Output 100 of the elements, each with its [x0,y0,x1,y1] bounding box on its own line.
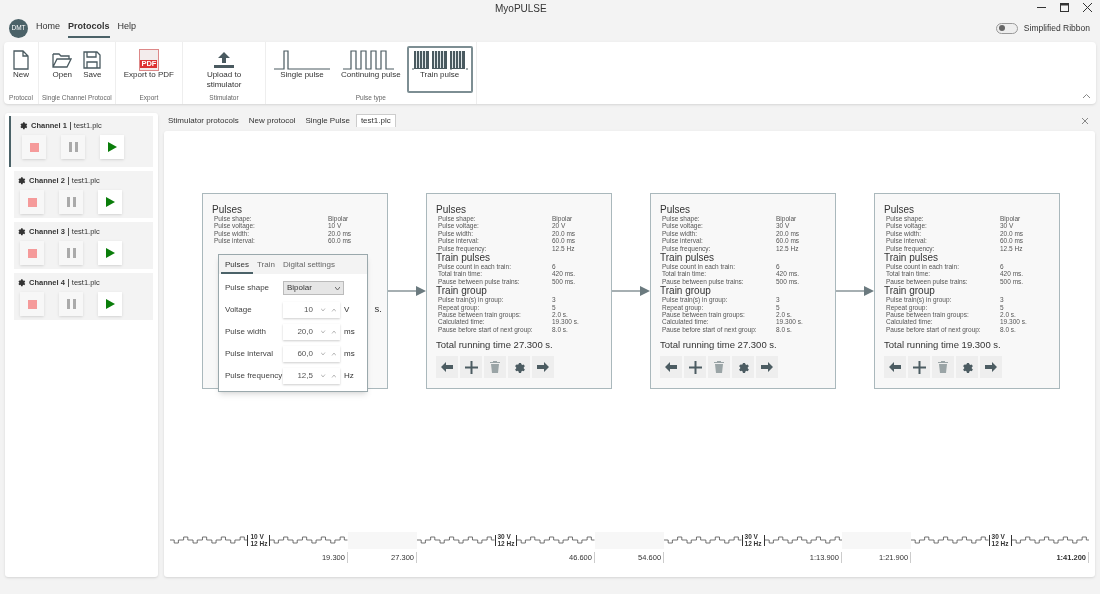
simplified-ribbon-toggle[interactable] [995,22,1018,34]
play-icon [107,142,117,153]
toggle-label: Simplified Ribbon [1023,21,1090,35]
gear-icon [17,278,26,288]
arrow-right-icon [537,362,549,373]
move-right-button[interactable] [532,356,554,379]
settings-tab[interactable]: Train [253,257,279,274]
upload-icon [213,51,235,69]
ribbon-button[interactable]: Train pulse [406,46,473,93]
pause-icon [68,142,78,153]
menu-tab[interactable]: Home [36,18,60,38]
section-heading: Train pulses [884,252,939,264]
total-running-time: Total running time 27.300 s. [660,339,778,351]
pause-icon [66,197,76,208]
section-heading: Pulses [436,204,467,215]
spinner-arrows-icon [321,308,336,312]
play-button[interactable] [98,292,122,317]
play-icon [105,248,115,259]
arrow-left-icon [889,362,901,373]
play-button[interactable] [100,135,124,160]
move-left-button[interactable] [436,356,458,379]
folder-icon [52,52,73,68]
arrow-left-icon [665,362,677,373]
section-heading: Train pulses [436,252,491,264]
close-icon[interactable] [1083,3,1092,12]
ribbon-button[interactable]: Continuing pulse [336,46,406,93]
gear-icon [736,360,750,374]
field-label: Voltage [225,304,253,316]
number-field[interactable]: 20,0 [283,324,340,340]
menu-tab[interactable]: Protocols [68,18,110,38]
document-icon [12,50,30,70]
trash-icon [938,361,948,374]
move-left-button[interactable] [660,356,682,379]
chevron-down-icon [335,286,340,290]
unit-label: ms [344,326,355,338]
spinner-arrows-icon [321,330,336,334]
stop-icon [29,142,39,152]
gear-icon [19,121,28,131]
play-icon [105,299,115,310]
add-button[interactable] [908,356,930,379]
pulse-shape-dropdown[interactable]: Bipolar [283,281,344,295]
move-right-button[interactable] [980,356,1002,379]
single-pulse-icon [274,50,330,70]
play-icon [105,197,115,208]
number-field[interactable]: 10 [283,302,340,318]
window-title: MyoPULSE [495,2,547,16]
settings-tab[interactable]: Pulses [221,257,253,274]
settings-button[interactable] [508,356,530,379]
ribbon-button[interactable]: Open [47,46,78,93]
total-running-time: Total running time 27.300 s. [436,339,554,351]
field-label: Pulse frequency [225,370,283,382]
ribbon-button[interactable]: Upload to stimulator [186,46,262,93]
gear-icon [17,227,26,237]
unit-label: ms [344,348,355,360]
play-button[interactable] [98,190,122,215]
play-button[interactable] [98,241,122,266]
gear-icon [17,176,26,186]
section-heading: Pulses [884,204,915,215]
spinner-arrows-icon [321,352,336,356]
add-button[interactable] [460,356,482,379]
ribbon-button[interactable]: Single pulse [269,46,335,93]
pause-segment [347,531,418,549]
total-running-time: Total running time 19.300 s. [884,339,1002,351]
number-field[interactable]: 60,0 [283,346,340,362]
maximize-icon[interactable] [1060,3,1069,12]
settings-tab[interactable]: Digital settings [278,257,339,274]
gear-icon [512,360,526,374]
field-label: Pulse width [225,326,267,338]
add-button[interactable] [684,356,706,379]
total-running-time: s. [374,302,382,314]
pause-icon [66,299,76,310]
settings-button[interactable] [732,356,754,379]
stop-icon [27,197,37,207]
menu-tab[interactable]: Help [117,18,137,38]
ribbon-button[interactable]: New [7,46,35,93]
move-right-button[interactable] [756,356,778,379]
arrow-right-icon [761,362,773,373]
collapse-ribbon-icon[interactable] [1083,94,1090,98]
pause-segment [594,531,665,549]
connector-arrow [612,286,650,296]
section-heading: Pulses [660,204,691,215]
spinner-arrows-icon [321,374,336,378]
pause-icon [66,248,76,259]
settings-button[interactable] [956,356,978,379]
section-heading: Train group [660,285,711,297]
number-field[interactable]: 12,5 [283,368,340,384]
gear-icon [960,360,974,374]
plus-icon [464,360,478,374]
move-left-button[interactable] [884,356,906,379]
ribbon-button[interactable]: Save [78,46,107,93]
connector-arrow [836,286,874,296]
field-label: Pulse shape [225,282,271,294]
stop-icon [27,248,37,258]
section-heading: Train group [884,285,935,297]
unit-label: V [344,304,350,316]
pulse-train-icon [411,50,468,70]
section-heading: Train group [436,285,487,297]
unit-label: Hz [344,370,354,382]
plus-icon [912,360,926,374]
document-tab[interactable]: test1.plc [355,114,396,127]
